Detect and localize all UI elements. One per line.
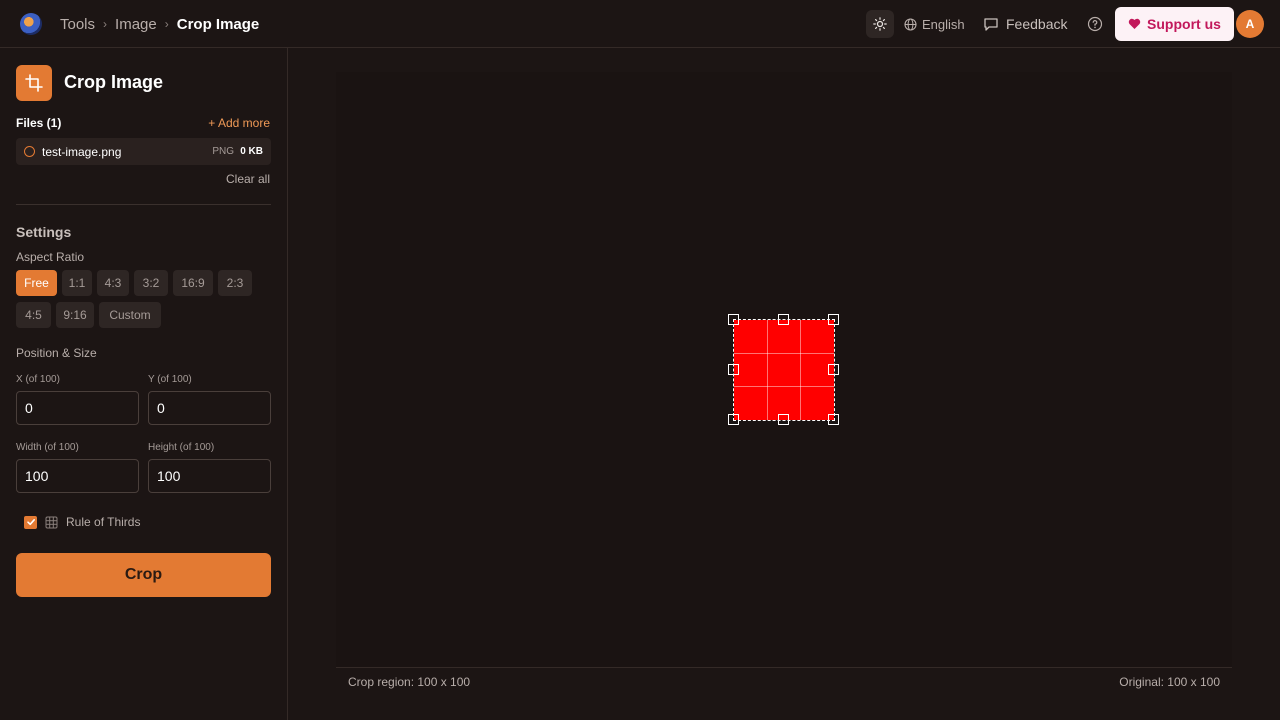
thirds-grid-line bbox=[767, 320, 768, 420]
y-field-label: Y (of 100) bbox=[148, 374, 192, 385]
crop-handle-top[interactable] bbox=[778, 314, 789, 325]
check-icon bbox=[26, 519, 35, 526]
top-header: Tools › Image › Crop Image English Feedb bbox=[0, 0, 1280, 48]
breadcrumb-tools[interactable]: Tools bbox=[60, 16, 95, 33]
feedback-button[interactable]: Feedback bbox=[983, 0, 1067, 48]
app-logo[interactable] bbox=[20, 13, 42, 35]
settings-heading: Settings bbox=[16, 224, 72, 240]
file-name: test-image.png bbox=[42, 144, 122, 159]
crop-handle-bottom-left[interactable] bbox=[728, 414, 739, 425]
files-count-label: Files (1) bbox=[16, 116, 62, 130]
crop-icon bbox=[25, 74, 43, 92]
clear-all-button[interactable]: Clear all bbox=[226, 172, 270, 186]
language-selector[interactable]: English bbox=[904, 0, 965, 48]
breadcrumb: Tools › Image › Crop Image bbox=[60, 0, 259, 48]
status-divider bbox=[336, 667, 1232, 668]
height-field-label: Height (of 100) bbox=[148, 442, 215, 453]
ratio-1-1-button[interactable]: 1:1 bbox=[62, 270, 92, 296]
crop-handle-bottom[interactable] bbox=[778, 414, 789, 425]
ratio-free-button[interactable]: Free bbox=[16, 270, 57, 296]
ratio-3-2-button[interactable]: 3:2 bbox=[134, 270, 168, 296]
add-more-link[interactable]: + Add more bbox=[208, 116, 270, 130]
height-input[interactable]: 100 bbox=[148, 459, 271, 493]
thirds-grid-line bbox=[800, 320, 801, 420]
globe-icon bbox=[904, 17, 917, 31]
ratio-2-3-button[interactable]: 2:3 bbox=[218, 270, 252, 296]
width-field-label: Width (of 100) bbox=[16, 442, 79, 453]
ratio-4-3-button[interactable]: 4:3 bbox=[97, 270, 129, 296]
grid-icon bbox=[45, 516, 58, 528]
thirds-grid-line bbox=[734, 386, 834, 387]
feedback-label: Feedback bbox=[1006, 16, 1068, 32]
rule-of-thirds-checkbox[interactable] bbox=[24, 515, 37, 529]
chevron-right-icon: › bbox=[164, 17, 169, 31]
ratio-4-5-button[interactable]: 4:5 bbox=[16, 302, 51, 328]
message-icon bbox=[984, 17, 998, 31]
theme-toggle-button[interactable] bbox=[866, 10, 894, 38]
thirds-grid-line bbox=[734, 353, 834, 354]
crop-handle-left[interactable] bbox=[728, 364, 739, 375]
file-list-item[interactable]: test-image.png PNG 0 KB bbox=[16, 138, 271, 165]
crop-tool-icon bbox=[16, 65, 52, 101]
support-us-label: Support us bbox=[1147, 16, 1221, 32]
crop-handle-top-left[interactable] bbox=[728, 314, 739, 325]
divider bbox=[16, 204, 271, 205]
rule-of-thirds-toggle[interactable]: Rule of Thirds bbox=[24, 515, 140, 529]
ratio-9-16-button[interactable]: 9:16 bbox=[56, 302, 94, 328]
page-title: Crop Image bbox=[64, 72, 164, 92]
crop-handle-bottom-right[interactable] bbox=[828, 414, 839, 425]
crop-handle-right[interactable] bbox=[828, 364, 839, 375]
original-size-status: Original: 100 x 100 bbox=[1119, 675, 1220, 689]
sun-icon bbox=[873, 17, 887, 31]
file-status-icon bbox=[24, 146, 35, 157]
breadcrumb-image[interactable]: Image bbox=[115, 16, 157, 33]
ratio-16-9-button[interactable]: 16:9 bbox=[173, 270, 213, 296]
crop-button[interactable]: Crop bbox=[16, 553, 271, 597]
file-type-badge: PNG bbox=[212, 146, 234, 157]
rule-of-thirds-label: Rule of Thirds bbox=[66, 515, 141, 529]
ratio-custom-button[interactable]: Custom bbox=[99, 302, 161, 328]
crop-handle-top-right[interactable] bbox=[828, 314, 839, 325]
image-canvas bbox=[336, 72, 1232, 667]
aspect-ratio-label: Aspect Ratio bbox=[16, 250, 85, 264]
crop-region-status: Crop region: 100 x 100 bbox=[348, 675, 471, 689]
width-input[interactable]: 100 bbox=[16, 459, 139, 493]
help-icon[interactable] bbox=[1087, 16, 1103, 32]
crop-region[interactable] bbox=[733, 319, 835, 421]
heart-icon bbox=[1128, 18, 1141, 29]
settings-sidebar: Crop Image Files (1) + Add more test-ima… bbox=[0, 48, 288, 720]
avatar[interactable]: A bbox=[1236, 10, 1264, 38]
y-input[interactable]: 0 bbox=[148, 391, 271, 425]
breadcrumb-crop-image: Crop Image bbox=[176, 15, 260, 33]
aspect-ratio-row-1: Free 1:1 4:3 3:2 16:9 2:3 bbox=[16, 270, 252, 296]
aspect-ratio-row-2: 4:5 9:16 Custom bbox=[16, 302, 161, 328]
language-label: English bbox=[922, 16, 965, 32]
x-input[interactable]: 0 bbox=[16, 391, 139, 425]
position-size-label: Position & Size bbox=[16, 346, 97, 360]
chevron-right-icon: › bbox=[103, 17, 108, 31]
support-us-button[interactable]: Support us bbox=[1115, 7, 1234, 41]
x-field-label: X (of 100) bbox=[16, 374, 60, 385]
file-size: 0 KB bbox=[240, 146, 263, 157]
